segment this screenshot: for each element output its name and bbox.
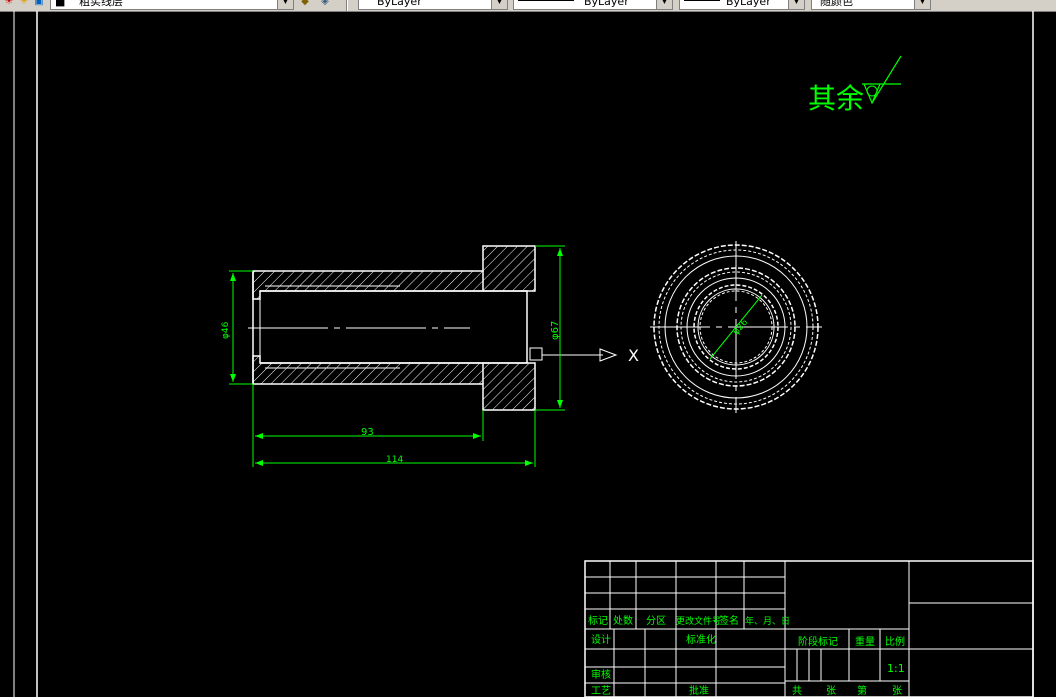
layer-name-text: 粗实线层 (79, 0, 123, 8)
lineweight-control-select[interactable]: ByLayer ▼ (679, 0, 805, 10)
label-scale: 比例 (885, 635, 905, 648)
plotstyle-control-select[interactable]: 随颜色 ▼ (811, 0, 931, 10)
layer-select[interactable]: ■ 粗实线层 ▼ (50, 0, 294, 10)
keyway-detail (529, 347, 543, 361)
layer-color-swatch: ■ (55, 0, 66, 8)
view-label: X (628, 346, 639, 365)
label-weight: 重量 (855, 635, 875, 648)
inner-bore-outline (260, 290, 528, 364)
label-process: 工艺 (591, 685, 611, 697)
roughness-note-text: 其余 (808, 82, 864, 115)
linetype-swatch (518, 0, 574, 1)
header-signature: 签名 (719, 614, 739, 627)
chevron-down-icon[interactable]: ▼ (914, 0, 930, 9)
view-arrow: X (542, 346, 639, 365)
dim-dia-small: φ46 (221, 321, 231, 339)
color-control-select[interactable]: ByLayer ▼ (358, 0, 508, 10)
layer-lock-icon[interactable]: ▣ (32, 0, 46, 9)
plotstyle-control-text: 随颜色 (820, 0, 853, 8)
dim-dia-large: φ67 (550, 321, 561, 340)
layer-previous-icon[interactable]: ◈ (318, 0, 332, 9)
roughness-circle-icon (866, 85, 878, 97)
header-change-doc: 更改文件号 (676, 615, 721, 627)
chevron-down-icon[interactable]: ▼ (491, 0, 507, 9)
title-block (584, 560, 1034, 697)
color-control-text: ByLayer (377, 0, 422, 8)
linetype-control-select[interactable]: ByLayer ▼ (513, 0, 673, 10)
layer-sun-icon[interactable]: ☀ (17, 0, 31, 9)
lower-wall-hatch (252, 355, 536, 411)
bushing-section-view (248, 245, 543, 411)
layer-off-icon[interactable]: ☀ (2, 0, 16, 9)
lineweight-swatch (684, 0, 720, 1)
scale-value: 1:1 (887, 662, 905, 675)
label-sheets-2: 张 (892, 685, 902, 697)
label-sheets-1: 张 (826, 685, 836, 697)
label-review: 审核 (591, 668, 611, 681)
chevron-down-icon[interactable]: ▼ (788, 0, 804, 9)
drawing-frame (13, 11, 1034, 697)
linetype-control-text: ByLayer (584, 0, 629, 8)
label-design: 设计 (591, 633, 611, 646)
chevron-down-icon[interactable]: ▼ (656, 0, 672, 9)
header-count: 处数 (613, 614, 633, 627)
label-standardize: 标准化 (686, 633, 716, 646)
label-stage-mark: 阶段标记 (798, 635, 838, 648)
toolbar-separator (346, 0, 348, 11)
lineweight-control-text: ByLayer (726, 0, 771, 8)
label-total: 共 (792, 685, 802, 697)
roughness-symbol-icon (862, 55, 902, 105)
header-mark: 标记 (588, 615, 608, 627)
make-layer-current-icon[interactable]: ◆ (298, 0, 312, 9)
drawing-canvas[interactable]: 其余 X φ46 φ67 93 114 φ26 标记 处数 分区 更改文件号 签… (0, 11, 1056, 697)
dim-len-114: 114 (386, 455, 403, 465)
dim-len-93: 93 (361, 427, 374, 438)
header-zone: 分区 (646, 615, 666, 627)
chevron-down-icon[interactable]: ▼ (277, 0, 293, 9)
header-date: 年、月、日 (745, 615, 790, 627)
label-approve: 批准 (689, 684, 709, 697)
roughness-note: 其余 (808, 55, 902, 115)
label-page: 第 (857, 684, 867, 697)
